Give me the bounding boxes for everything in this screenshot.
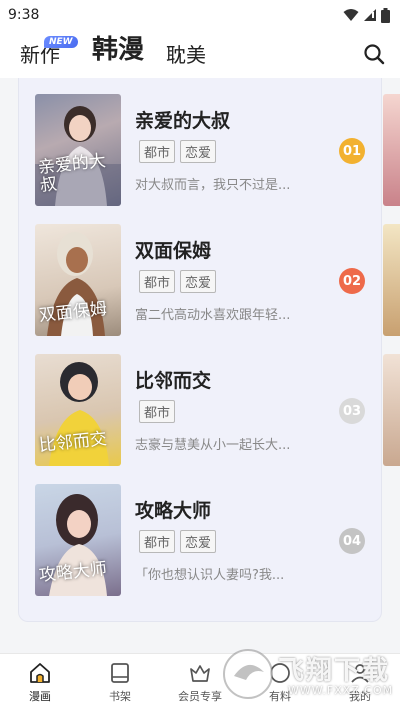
signal-icon xyxy=(364,9,376,21)
item-description: 志豪与慧美从小一起长大... xyxy=(135,438,291,453)
tag-list: 都市 恋爱 xyxy=(139,530,217,553)
tag: 都市 xyxy=(139,400,176,423)
next-cover-peek[interactable] xyxy=(383,354,400,466)
list-item[interactable]: 比邻而交 比邻而交 都市 志豪与慧美从小一起长大... 03 xyxy=(35,354,365,466)
cover-image[interactable]: 双面保姆 xyxy=(35,224,121,336)
discover-icon xyxy=(270,663,290,683)
tag: 恋爱 xyxy=(180,530,217,553)
tab-korean[interactable]: 韩漫 xyxy=(92,29,144,66)
ranking-content: 亲爱的大叔 亲爱的大叔 都市 恋爱 对大叔而言，我只不过是... 01 双面保姆 xyxy=(0,78,400,653)
cover-image[interactable]: 比邻而交 xyxy=(35,354,121,466)
next-cover-peek[interactable] xyxy=(383,94,400,206)
tag-list: 都市 恋爱 xyxy=(139,140,217,163)
list-item[interactable]: 攻略大师 攻略大师 都市 恋爱 「你也想认识人妻吗?我... 04 xyxy=(35,484,365,596)
status-bar: 9:38 xyxy=(0,0,400,30)
tag: 恋爱 xyxy=(180,140,217,163)
top-tab-bar: 新作 NEW 韩漫 耽美 xyxy=(0,30,400,78)
item-description: 「你也想认识人妻吗?我... xyxy=(135,568,285,583)
item-title[interactable]: 双面保姆 xyxy=(135,236,211,263)
rank-badge: 04 xyxy=(339,528,365,554)
nav-label: 会员专享 xyxy=(178,690,222,703)
nav-discover[interactable]: 有料 xyxy=(240,654,320,710)
next-cover-peek[interactable] xyxy=(383,224,400,336)
nav-label: 漫画 xyxy=(29,690,51,703)
nav-comics[interactable]: 漫画 xyxy=(0,654,80,710)
list-item[interactable]: 双面保姆 双面保姆 都市 恋爱 富二代高动水喜欢跟年轻... 02 xyxy=(35,224,365,336)
wifi-icon xyxy=(343,9,359,21)
ranking-card: 亲爱的大叔 亲爱的大叔 都市 恋爱 对大叔而言，我只不过是... 01 双面保姆 xyxy=(18,78,400,622)
battery-icon xyxy=(381,7,390,23)
nav-vip[interactable]: 会员专享 xyxy=(160,654,240,710)
cover-image[interactable]: 攻略大师 xyxy=(35,484,121,596)
tag: 恋爱 xyxy=(180,270,217,293)
rank-badge: 03 xyxy=(339,398,365,424)
nav-profile[interactable]: 我的 xyxy=(320,654,400,710)
item-title[interactable]: 攻略大师 xyxy=(135,496,211,523)
tag: 都市 xyxy=(139,140,176,163)
bookshelf-icon xyxy=(111,663,129,683)
status-time: 9:38 xyxy=(8,7,40,23)
item-description: 富二代高动水喜欢跟年轻... xyxy=(135,308,291,323)
tag: 都市 xyxy=(139,270,176,293)
cover-image[interactable]: 亲爱的大叔 xyxy=(35,94,121,206)
crown-icon xyxy=(190,665,210,682)
profile-icon xyxy=(351,664,369,683)
rank-badge: 02 xyxy=(339,268,365,294)
tab-bl[interactable]: 耽美 xyxy=(166,39,206,68)
rank-badge: 01 xyxy=(339,138,365,164)
list-item[interactable]: 亲爱的大叔 亲爱的大叔 都市 恋爱 对大叔而言，我只不过是... 01 xyxy=(35,94,365,206)
nav-bookshelf[interactable]: 书架 xyxy=(80,654,160,710)
status-icons xyxy=(343,7,390,23)
nav-label: 书架 xyxy=(109,690,131,703)
nav-label: 我的 xyxy=(349,690,371,703)
tag-list: 都市 xyxy=(139,400,176,423)
search-icon[interactable] xyxy=(362,42,386,66)
item-title[interactable]: 亲爱的大叔 xyxy=(135,106,230,133)
nav-label: 有料 xyxy=(269,690,291,703)
tag: 都市 xyxy=(139,530,176,553)
tag-list: 都市 恋爱 xyxy=(139,270,217,293)
new-badge: NEW xyxy=(44,36,78,48)
bottom-nav: 漫画 书架 会员专享 有料 我的 xyxy=(0,653,400,710)
item-description: 对大叔而言，我只不过是... xyxy=(135,178,291,193)
home-icon xyxy=(30,663,50,683)
item-title[interactable]: 比邻而交 xyxy=(135,366,211,393)
